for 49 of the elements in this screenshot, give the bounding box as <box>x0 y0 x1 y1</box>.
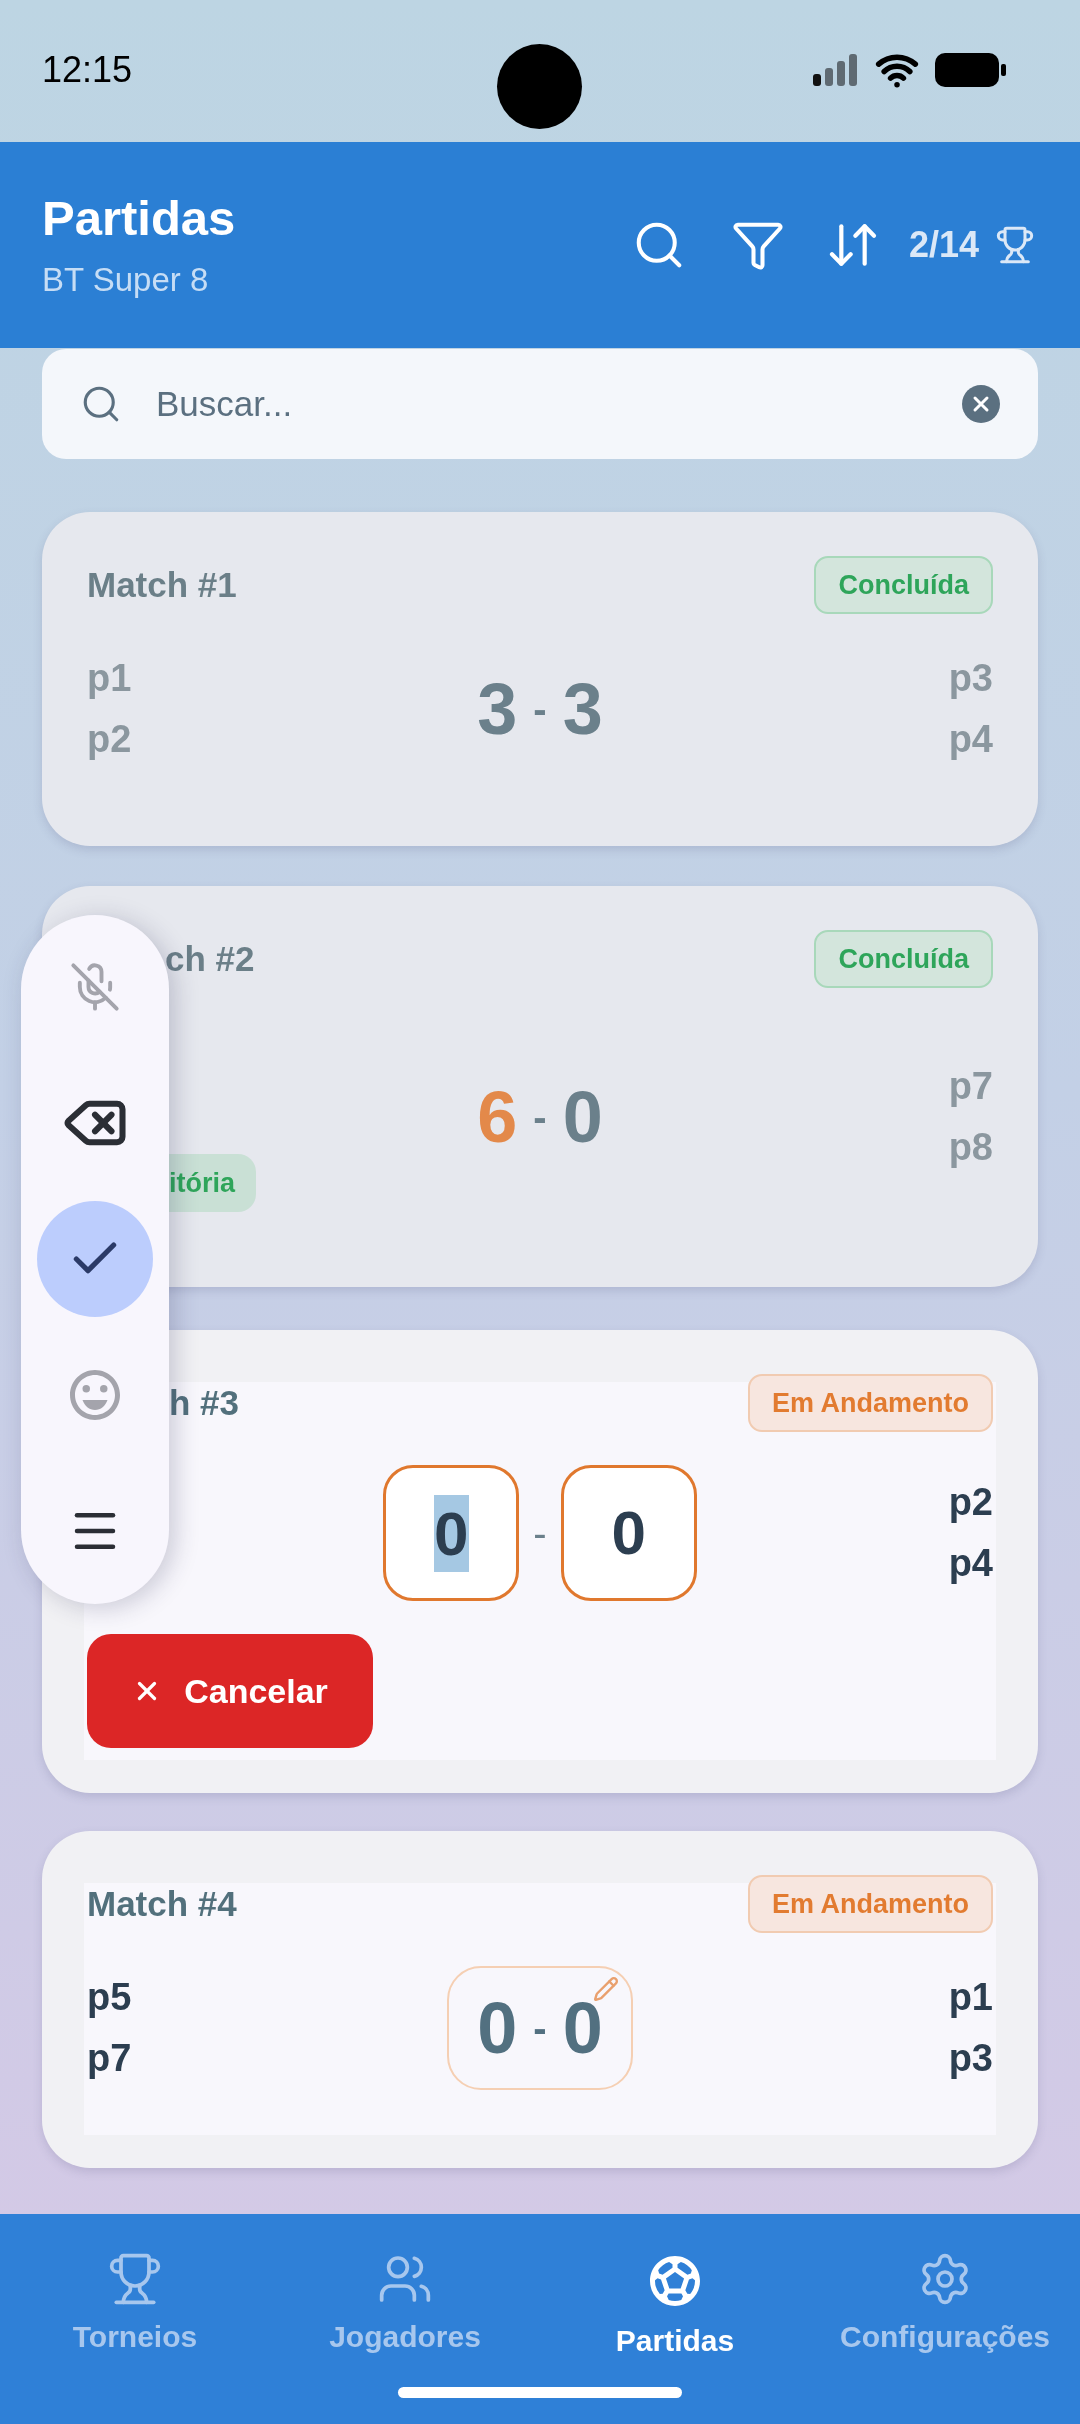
score-separator: - <box>533 689 547 729</box>
page-subtitle: BT Super 8 <box>42 260 210 300</box>
match-title: ch #2 <box>165 937 255 980</box>
status-badge: Concluída <box>814 556 993 614</box>
score-separator: - <box>533 1096 547 1137</box>
clear-button[interactable] <box>962 385 1000 423</box>
pencil-icon <box>593 1976 619 2002</box>
score-input[interactable]: 0 <box>560 1465 697 1601</box>
match-counter: 2/14 <box>908 223 979 267</box>
player-name: p3 <box>948 2036 993 2081</box>
trophy-icon <box>107 2251 163 2307</box>
status-time: 12:15 <box>42 48 133 92</box>
status-badge: Em Andamento <box>748 1374 993 1432</box>
score-value: 3 <box>477 673 518 745</box>
player-name: p1 <box>87 656 132 701</box>
trophy-icon <box>995 225 1035 265</box>
status-badge: Em Andamento <box>748 1875 993 1933</box>
player-name: p4 <box>948 1541 993 1586</box>
search-field[interactable]: Buscar... <box>42 349 1038 459</box>
result-badge: itória <box>167 1154 256 1212</box>
score-separator: - <box>533 1513 547 1553</box>
player-name: p2 <box>87 717 132 762</box>
score-value: 3 <box>562 673 603 745</box>
score-edit-button[interactable]: 0 - 0 <box>447 1966 633 2090</box>
nav-tab[interactable]: Partidas <box>540 2214 810 2387</box>
signal-icon <box>813 54 859 86</box>
cancel-button[interactable]: Cancelar <box>87 1634 373 1748</box>
player-name: p7 <box>87 2036 132 2081</box>
clear-icon <box>962 385 1000 423</box>
match-title: Match #1 <box>87 563 237 606</box>
match-card[interactable]: Match #1 Concluída p1 p2 3 - 3 p3 p4 <box>42 512 1038 846</box>
match-card[interactable]: h #3 Em Andamento 0 - 0 p2 p4 Cancelar <box>42 1330 1038 1793</box>
page-title: Partidas <box>42 190 236 246</box>
player-name: p2 <box>948 1480 993 1525</box>
score-input[interactable]: 0 <box>383 1465 520 1601</box>
player-name: p5 <box>87 1975 132 2020</box>
match-title: h #3 <box>169 1381 240 1424</box>
player-name: p1 <box>948 1975 993 2020</box>
player-name: p3 <box>948 656 993 701</box>
player-name: p7 <box>948 1063 993 1109</box>
battery-icon <box>935 53 1006 87</box>
match-title: Match #4 <box>87 1882 237 1925</box>
match-card[interactable]: Match #4 Em Andamento p5 p7 0 - 0 p1 p3 <box>42 1831 1038 2168</box>
mic-off-icon <box>69 961 121 1013</box>
score-value: 0 <box>562 1080 603 1153</box>
score-value: 6 <box>477 1080 518 1153</box>
status-badge: Concluída <box>814 930 993 988</box>
player-name: p4 <box>948 717 993 762</box>
player-name: p8 <box>948 1124 993 1170</box>
